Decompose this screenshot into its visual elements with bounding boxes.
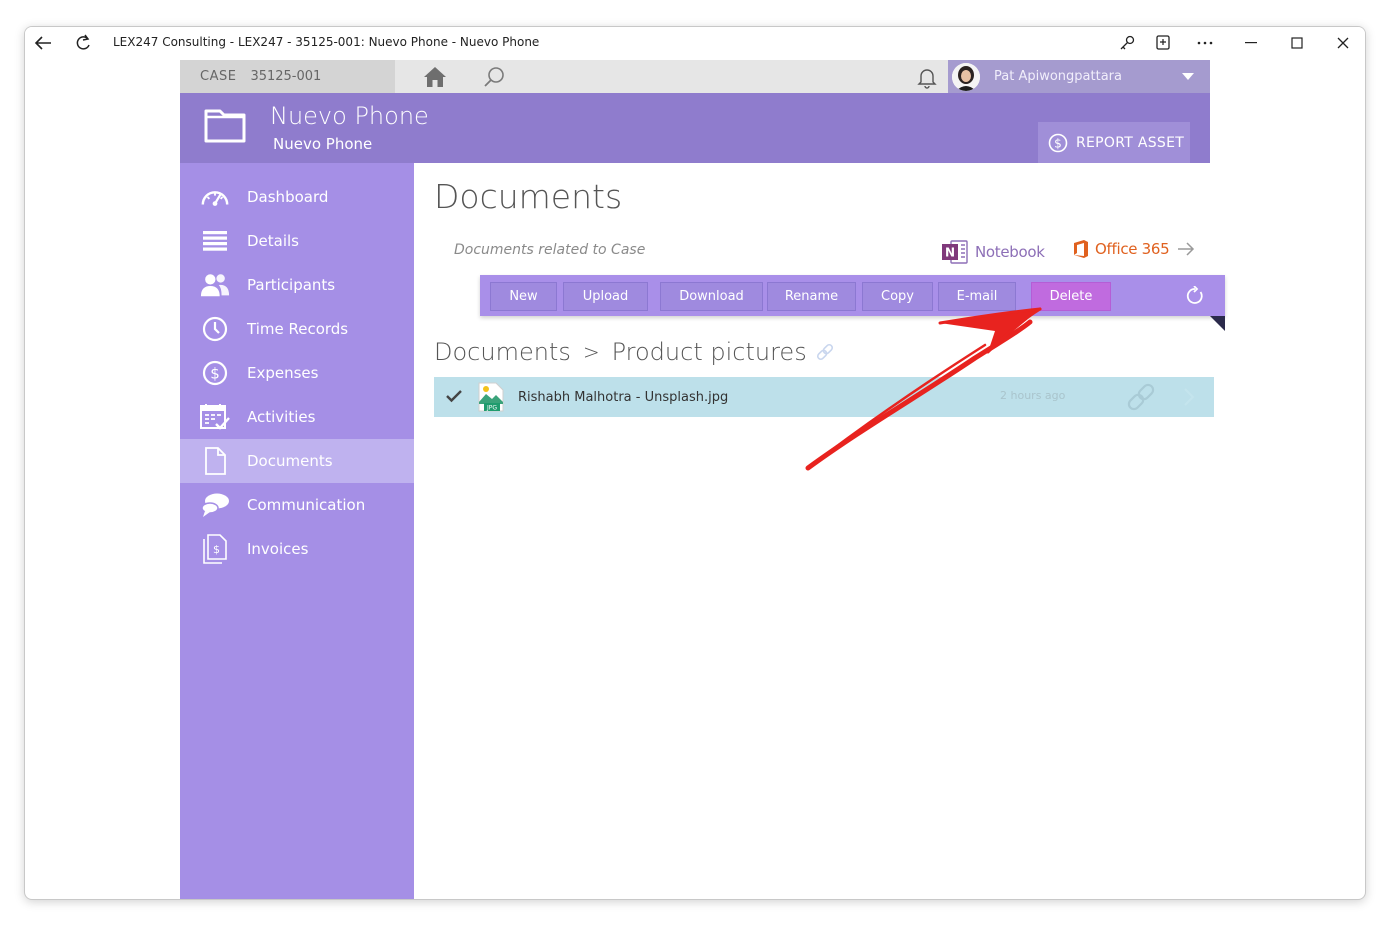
onenote-icon: N: [942, 240, 968, 264]
download-button[interactable]: Download: [660, 282, 763, 311]
case-title: Nuevo Phone: [270, 102, 429, 130]
breadcrumb-current: Product pictures: [611, 338, 807, 366]
toolbar-corner-decoration: [1210, 316, 1225, 331]
sidebar-item-label: Time Records: [247, 320, 349, 338]
sidebar-item-label: Invoices: [247, 540, 309, 558]
email-button[interactable]: E-mail: [938, 282, 1016, 311]
window-title: LEX247 Consulting - LEX247 - 35125-001: …: [113, 35, 540, 49]
sidebar-item-participants[interactable]: Participants: [180, 263, 414, 307]
svg-text:$: $: [1054, 136, 1062, 150]
sidebar-item-label: Documents: [247, 452, 333, 470]
breadcrumb-root[interactable]: Documents: [434, 338, 571, 366]
sidebar: Dashboard Details Participants Time Reco…: [180, 163, 414, 899]
chevron-down-icon[interactable]: [1182, 73, 1194, 80]
maximize-icon[interactable]: [1287, 33, 1307, 53]
office-icon: [1074, 240, 1088, 258]
home-icon[interactable]: [422, 65, 448, 89]
folder-icon: [204, 107, 246, 143]
checkmark-icon[interactable]: [446, 389, 462, 403]
user-name: Pat Apiwongpattara: [994, 69, 1122, 84]
link-icon[interactable]: [815, 342, 835, 362]
app-container: CASE 35125-001 Pat Apiwongpattara Nuevo …: [180, 60, 1225, 899]
avatar: [952, 62, 980, 91]
sidebar-item-label: Activities: [247, 408, 316, 426]
table-row[interactable]: JPG Rishabh Malhotra - Unsplash.jpg 2 ho…: [434, 377, 1214, 417]
rename-button[interactable]: Rename: [767, 282, 856, 311]
sidebar-item-invoices[interactable]: $ Invoices: [180, 527, 414, 571]
title-bar: LEX247 Consulting - LEX247 - 35125-001: …: [25, 27, 1365, 59]
svg-text:$: $: [210, 365, 220, 383]
gauge-icon: [200, 184, 230, 210]
documents-toolbar: New Upload Download Rename Copy E-mail D…: [480, 275, 1225, 316]
more-options-icon[interactable]: [1195, 33, 1215, 53]
chat-icon: [200, 492, 230, 518]
dollar-circle-icon: $: [200, 360, 230, 386]
minimize-icon[interactable]: [1241, 33, 1261, 53]
sidebar-item-expenses[interactable]: $ Expenses: [180, 351, 414, 395]
back-arrow-icon[interactable]: [33, 33, 53, 53]
top-bar: CASE 35125-001 Pat Apiwongpattara: [180, 60, 1210, 93]
refresh-icon[interactable]: [73, 33, 93, 53]
case-label: CASE: [200, 69, 237, 84]
sidebar-item-label: Participants: [247, 276, 336, 294]
svg-text:$: $: [213, 543, 220, 556]
related-text: Documents related to Case: [454, 242, 646, 258]
main-content: Documents Documents related to Case N No…: [414, 163, 1225, 899]
breadcrumb-separator: >: [582, 340, 600, 364]
dollar-circle-icon: $: [1048, 133, 1068, 153]
people-icon: [200, 272, 230, 298]
office365-label: Office 365: [1095, 240, 1170, 258]
office365-link[interactable]: Office 365: [1072, 239, 1195, 259]
file-name[interactable]: Rishabh Malhotra - Unsplash.jpg: [518, 390, 728, 405]
upload-button[interactable]: Upload: [563, 282, 648, 311]
sidebar-item-label: Dashboard: [247, 188, 329, 206]
search-icon[interactable]: [482, 65, 506, 89]
chevron-right-icon[interactable]: [1182, 387, 1196, 407]
refresh-icon[interactable]: [1185, 285, 1205, 306]
sidebar-item-time-records[interactable]: Time Records: [180, 307, 414, 351]
bell-icon[interactable]: [915, 65, 939, 89]
onenote-notebook-link[interactable]: N Notebook: [941, 239, 1045, 265]
report-asset-label: REPORT ASSET: [1076, 134, 1185, 151]
case-number: 35125-001: [250, 69, 322, 84]
report-asset-button[interactable]: $ REPORT ASSET: [1038, 122, 1190, 163]
sidebar-item-label: Communication: [247, 496, 366, 514]
svg-text:N: N: [945, 246, 955, 260]
new-button[interactable]: New: [490, 282, 557, 311]
sidebar-item-label: Expenses: [247, 364, 319, 382]
jpg-file-icon: JPG: [478, 382, 504, 412]
cast-icon[interactable]: [1153, 33, 1173, 53]
calendar-check-icon: [200, 404, 230, 430]
case-subtitle: Nuevo Phone: [273, 135, 373, 153]
sidebar-item-activities[interactable]: Activities: [180, 395, 414, 439]
copy-button[interactable]: Copy: [862, 282, 933, 311]
file-timestamp: 2 hours ago: [1000, 389, 1066, 402]
notebook-label: Notebook: [975, 243, 1045, 261]
delete-button[interactable]: Delete: [1031, 282, 1111, 311]
case-header: Nuevo Phone Nuevo Phone $ REPORT ASSET: [180, 93, 1210, 163]
clock-icon: [200, 316, 230, 342]
case-box: CASE 35125-001: [180, 60, 395, 93]
document-icon: [200, 447, 230, 475]
close-icon[interactable]: [1333, 33, 1353, 53]
key-icon[interactable]: [1117, 33, 1137, 53]
sidebar-item-communication[interactable]: Communication: [180, 483, 414, 527]
sidebar-item-documents[interactable]: Documents: [180, 439, 414, 483]
sidebar-item-label: Details: [247, 232, 300, 250]
file-type-label: JPG: [486, 405, 497, 412]
browser-window: LEX247 Consulting - LEX247 - 35125-001: …: [24, 26, 1366, 900]
invoice-icon: $: [200, 534, 230, 564]
sidebar-item-details[interactable]: Details: [180, 219, 414, 263]
user-menu[interactable]: Pat Apiwongpattara: [948, 60, 1210, 93]
arrow-right-icon: [1178, 242, 1195, 256]
link-icon[interactable]: [1124, 383, 1158, 411]
list-icon: [200, 228, 230, 254]
sidebar-item-dashboard[interactable]: Dashboard: [180, 175, 414, 219]
breadcrumb: Documents > Product pictures: [434, 338, 835, 366]
page-title: Documents: [434, 177, 623, 216]
